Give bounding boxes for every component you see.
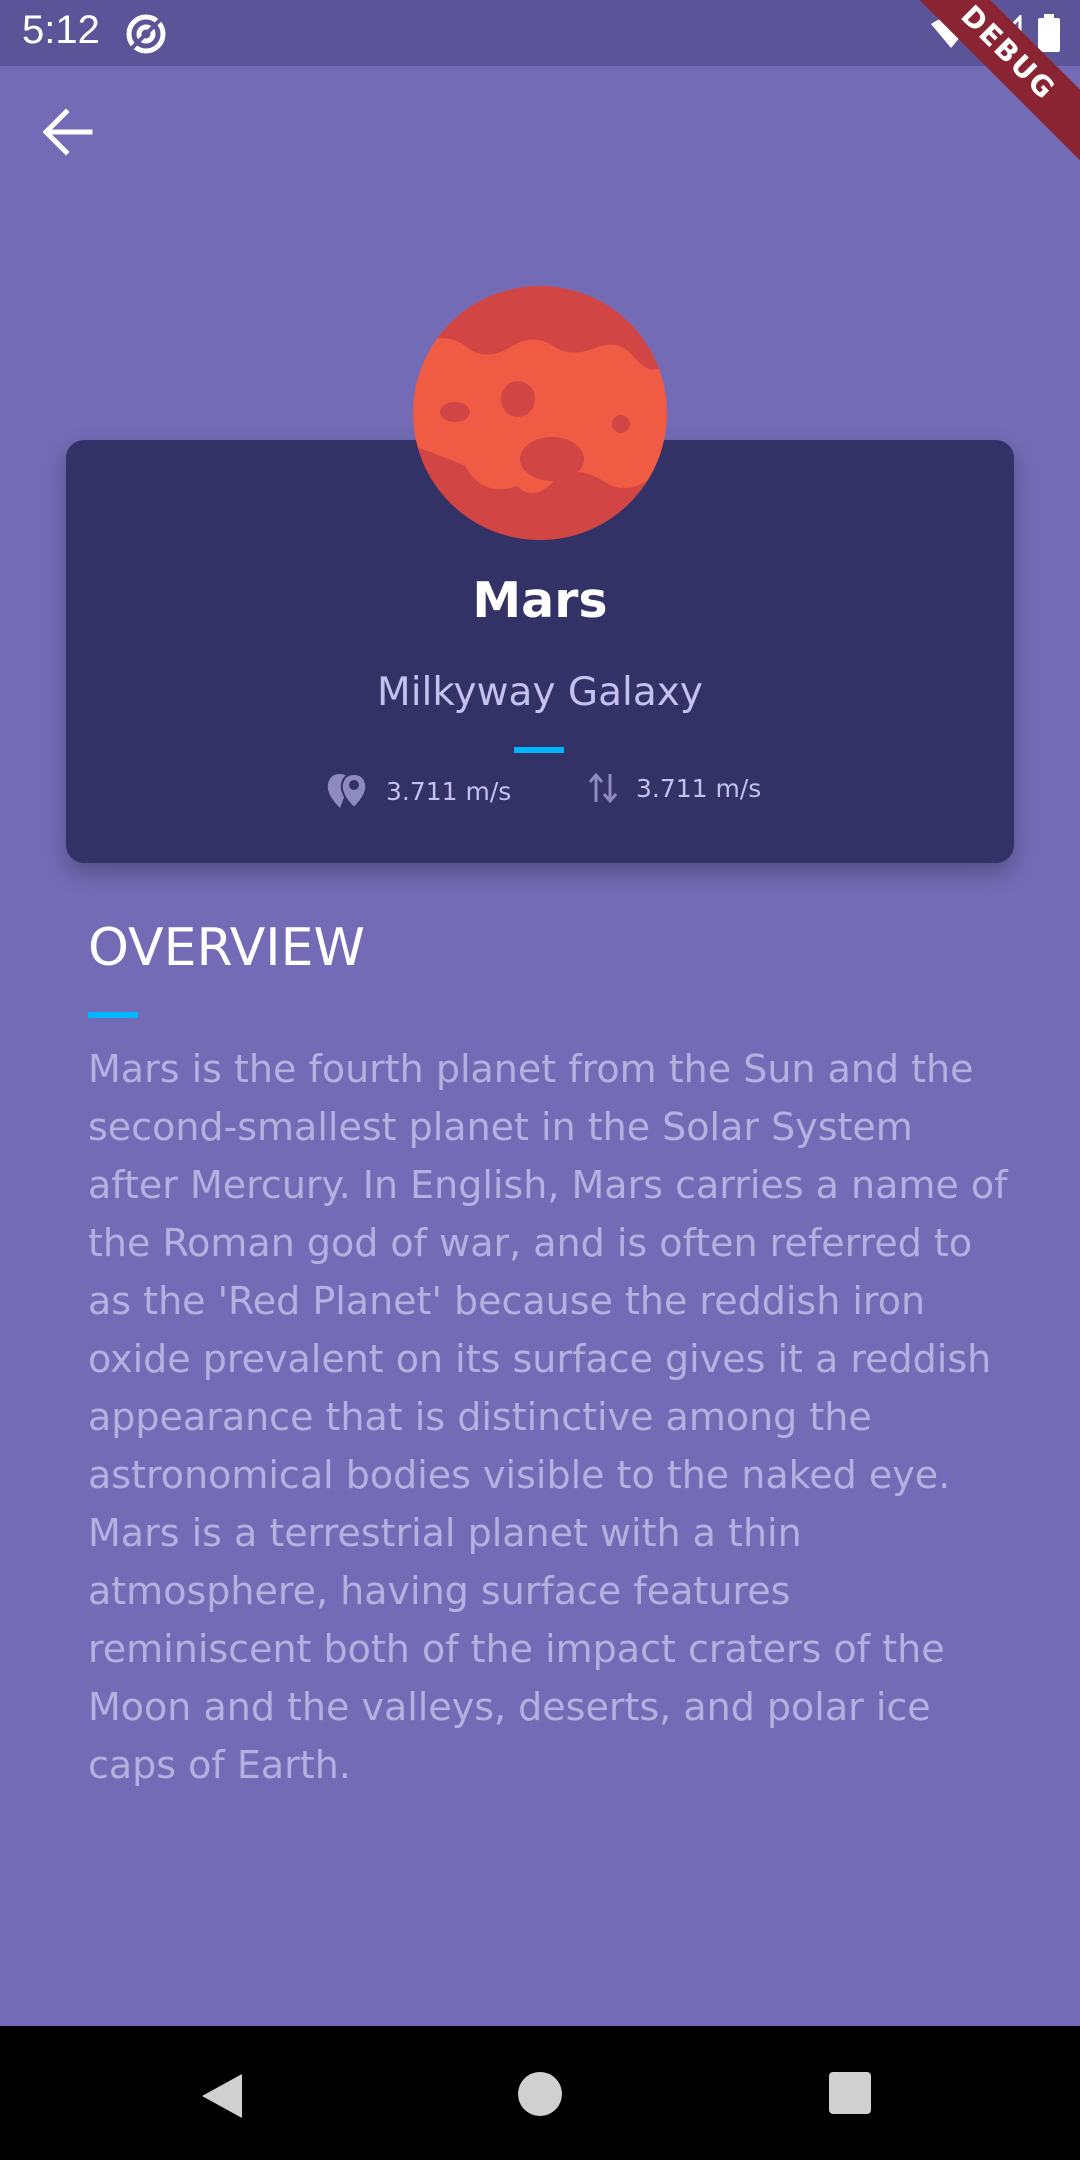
overview-text: Mars is the fourth planet from the Sun a… xyxy=(88,1047,1008,1787)
stat-distance: 3.711 m/s xyxy=(326,772,511,810)
system-nav-bar xyxy=(0,2026,1080,2160)
overview-divider xyxy=(88,1012,138,1018)
status-time: 5:12 xyxy=(22,8,100,52)
nav-back-icon[interactable] xyxy=(200,2072,244,2120)
galaxy-name: Milkyway Galaxy xyxy=(377,670,703,715)
stat-distance-value: 3.711 m/s xyxy=(386,776,512,806)
gravity-arrows-icon xyxy=(588,772,618,804)
planet-name: Mars xyxy=(472,572,608,629)
location-icon xyxy=(327,772,368,810)
at-sign-icon xyxy=(126,14,166,54)
nav-home-icon[interactable] xyxy=(518,2072,562,2116)
battery-icon xyxy=(1038,14,1060,52)
nav-recents-icon[interactable] xyxy=(829,2072,871,2114)
overview-title: OVERVIEW xyxy=(88,918,365,978)
status-bar: 5:12 xyxy=(0,0,1080,66)
stat-gravity-value: 3.711 m/s xyxy=(636,773,762,803)
stat-gravity: 3.711 m/s xyxy=(588,772,761,804)
card-divider xyxy=(514,747,564,753)
mars-planet-image xyxy=(413,286,667,540)
back-arrow-icon[interactable] xyxy=(36,100,100,164)
